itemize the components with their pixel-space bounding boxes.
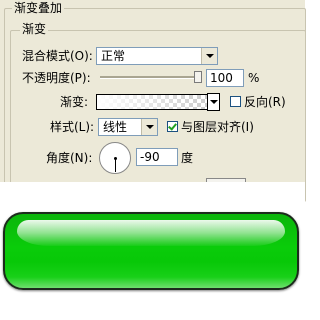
opacity-slider-thumb[interactable]: [194, 71, 202, 83]
angle-input[interactable]: -90: [136, 148, 178, 166]
blend-mode-dropdown-button[interactable]: [201, 48, 217, 64]
angle-unit: 度: [181, 151, 194, 165]
chevron-down-icon: [205, 54, 214, 58]
blend-mode-label: 混合模式(O):: [22, 49, 93, 63]
style-dropdown-button[interactable]: [141, 119, 157, 135]
angle-dial-needle: [115, 158, 116, 172]
angle-dial[interactable]: [99, 142, 131, 174]
blend-mode-value: 正常: [101, 49, 126, 63]
reverse-label[interactable]: 反向(R): [244, 94, 286, 110]
checkmark-icon: [168, 121, 177, 131]
green-glass-button-preview: [3, 212, 299, 290]
opacity-label: 不透明度(P):: [22, 71, 91, 85]
angle-label: 角度(N):: [46, 151, 93, 165]
reverse-checkbox[interactable]: [230, 96, 241, 107]
preview-area: [0, 182, 305, 320]
gradient-label: 渐变:: [60, 95, 89, 109]
gradient-dropdown-button[interactable]: [208, 94, 219, 110]
gradient-dropdown[interactable]: [207, 93, 220, 111]
opacity-slider-track[interactable]: [100, 76, 202, 79]
gradient-overlay-panel: 渐变叠加 渐变 混合模式(O): 正常 不透明度(P): 100 % 渐变: 反…: [0, 0, 306, 202]
chevron-down-icon: [209, 100, 218, 104]
align-with-layer-checkbox[interactable]: [167, 121, 178, 132]
chevron-down-icon: [145, 125, 154, 129]
opacity-input[interactable]: 100: [206, 69, 244, 87]
gradient-picker[interactable]: [96, 94, 208, 110]
glass-highlight: [17, 220, 285, 246]
blend-mode-select[interactable]: 正常: [96, 47, 218, 65]
angle-dial-center: [114, 157, 117, 160]
subgroup-title: 渐变: [20, 22, 49, 36]
style-value: 线性: [103, 120, 128, 134]
opacity-unit: %: [248, 71, 260, 85]
align-with-layer-label[interactable]: 与图层对齐(I): [181, 119, 254, 135]
style-label: 样式(L):: [50, 120, 95, 134]
style-select[interactable]: 线性: [98, 118, 158, 136]
group-title: 渐变叠加: [12, 1, 65, 15]
